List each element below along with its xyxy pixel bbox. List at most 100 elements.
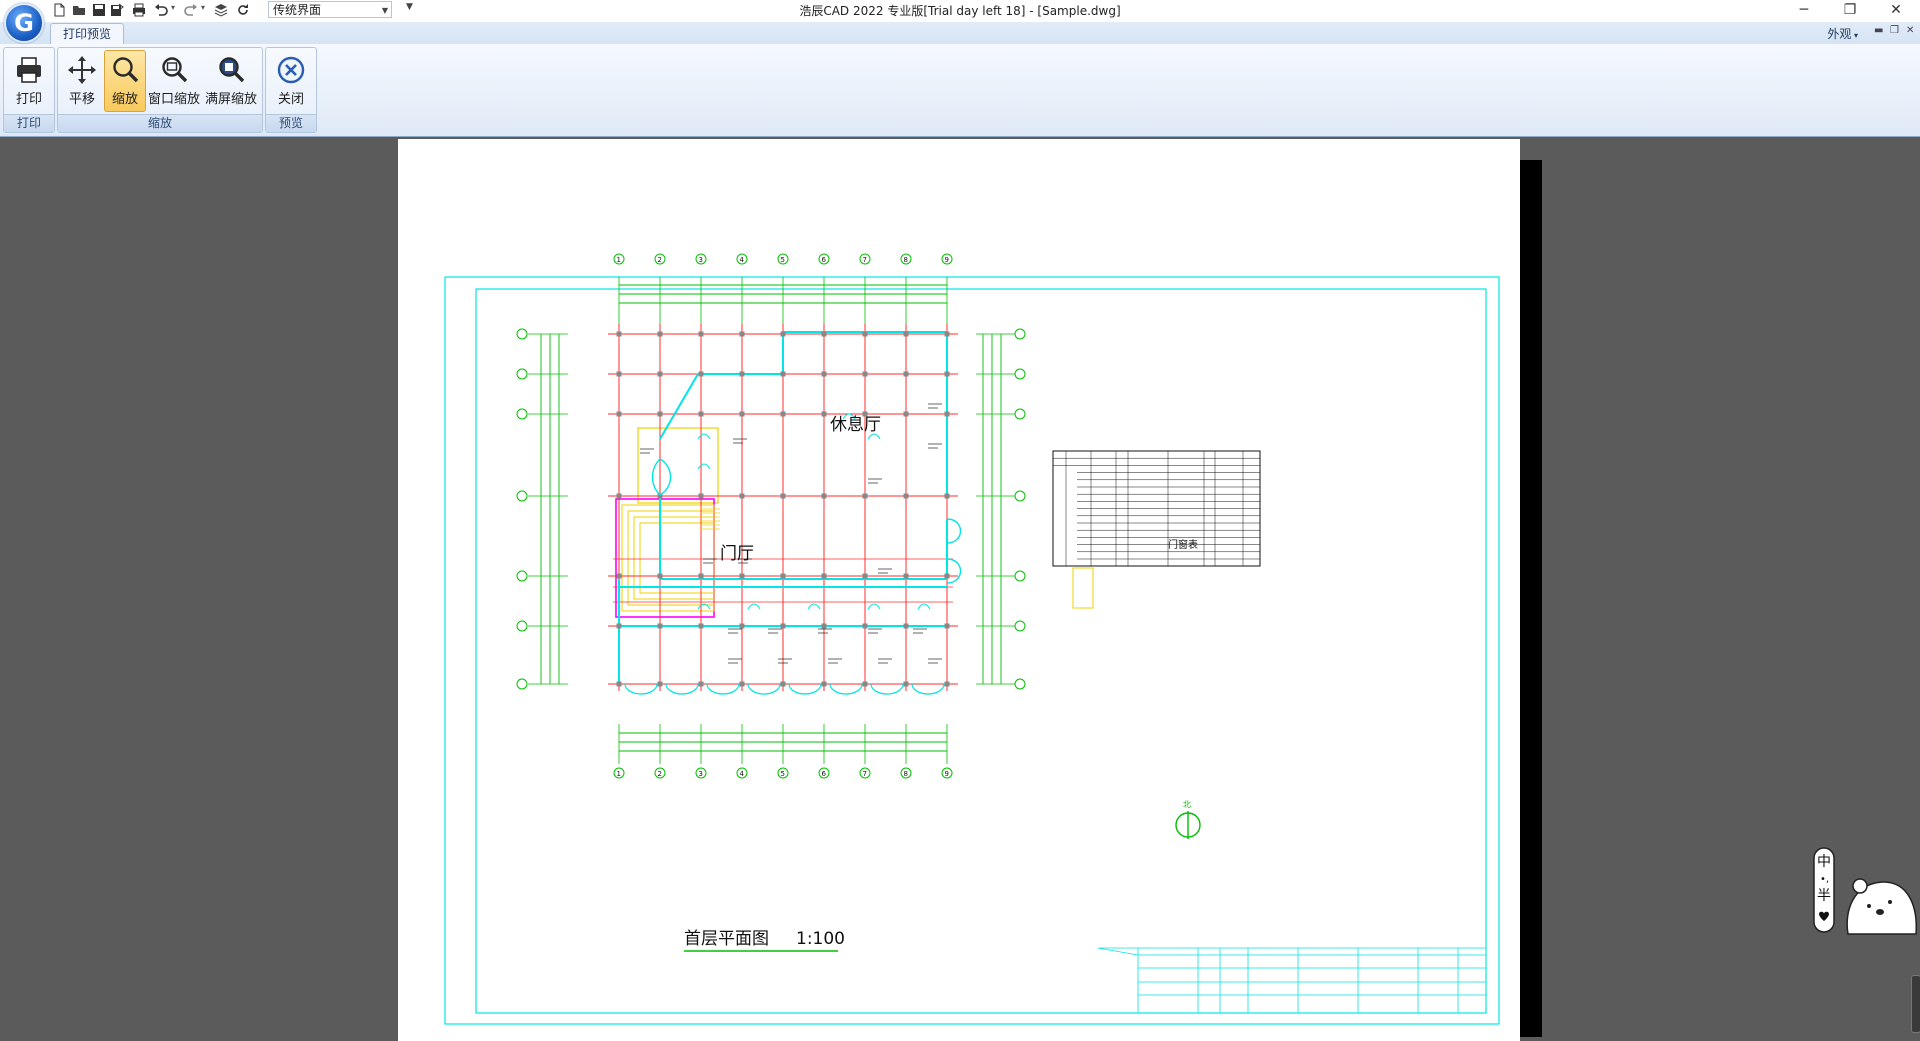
axis-bubble xyxy=(1014,678,1026,690)
redo-icon[interactable] xyxy=(184,3,198,17)
inner-frame xyxy=(475,288,1487,1014)
ime-mascot-icon: 中 •, 半 xyxy=(1813,847,1917,935)
svg-text:•,: •, xyxy=(1820,874,1829,885)
column xyxy=(739,371,745,377)
print-paper: 112233445566778899 休息厅 门厅 门窗表 北 首层平面图 1:… xyxy=(398,139,1520,1041)
pan-button[interactable]: 平移 xyxy=(60,50,104,112)
column xyxy=(739,493,745,499)
column xyxy=(903,331,909,337)
print-icon[interactable] xyxy=(132,3,146,17)
column xyxy=(944,371,950,377)
new-file-icon[interactable] xyxy=(52,3,66,17)
svg-text:9: 9 xyxy=(945,256,949,264)
refresh-icon[interactable] xyxy=(236,3,250,17)
axis-bubble: 9 xyxy=(941,767,953,779)
undo-icon[interactable] xyxy=(154,3,168,17)
restore-button[interactable]: ❐ xyxy=(1827,0,1873,22)
doc-restore-icon[interactable]: ❐ xyxy=(1890,25,1899,36)
room-label-lounge: 休息厅 xyxy=(830,415,881,435)
close-preview-button[interactable]: 关闭 xyxy=(269,50,313,112)
zoom-button[interactable]: 缩放 xyxy=(104,50,146,112)
room-label-lobby: 门厅 xyxy=(720,544,754,564)
entrance-steps xyxy=(615,498,715,618)
side-scroll-handle[interactable] xyxy=(1911,975,1920,1033)
close-circle-icon xyxy=(277,56,305,84)
ime-widget[interactable]: 中 •, 半 xyxy=(1812,846,1920,936)
sheet-scale: 1:100 xyxy=(796,929,845,949)
svg-text:9: 9 xyxy=(945,770,949,778)
svg-text:3: 3 xyxy=(699,256,703,264)
column xyxy=(903,411,909,417)
column xyxy=(616,411,622,417)
axis-bubble: 4 xyxy=(736,767,748,779)
sheet-title: 首层平面图 xyxy=(684,929,769,949)
floor-plan-drawing: 112233445566778899 休息厅 门厅 门窗表 北 首层平面图 1:… xyxy=(444,253,1500,1025)
zoom-button-label: 缩放 xyxy=(111,92,138,107)
customize-quick-access-icon[interactable]: ▼ xyxy=(406,2,413,12)
redo-dropdown-icon[interactable]: ▾ xyxy=(201,3,205,12)
axis-bubble xyxy=(516,328,528,340)
column xyxy=(780,493,786,499)
column xyxy=(944,493,950,499)
print-button[interactable]: 打印 xyxy=(7,50,51,112)
column xyxy=(862,681,868,687)
svg-text:2: 2 xyxy=(658,256,662,264)
svg-text:3: 3 xyxy=(699,770,703,778)
axis-bubble: 8 xyxy=(900,767,912,779)
zoom-extents-button-label: 满屏缩放 xyxy=(204,92,257,107)
axis-bubble: 5 xyxy=(777,767,789,779)
column xyxy=(657,411,663,417)
printer-icon xyxy=(17,57,41,83)
column xyxy=(821,331,827,337)
svg-text:8: 8 xyxy=(904,770,908,778)
svg-text:6: 6 xyxy=(822,256,827,264)
column xyxy=(780,573,786,579)
appearance-menu[interactable]: 外观 ▾ xyxy=(1827,25,1858,42)
close-button[interactable]: ✕ xyxy=(1873,0,1919,22)
doc-close-icon[interactable]: ✕ xyxy=(1906,25,1914,36)
zoom-extents-button[interactable]: 满屏缩放 xyxy=(202,50,260,112)
column xyxy=(821,623,827,629)
svg-text:5: 5 xyxy=(781,770,785,778)
bay-window xyxy=(946,518,962,584)
column xyxy=(821,573,827,579)
doc-minimize-icon[interactable]: ▬ xyxy=(1874,25,1883,36)
axis-bubble xyxy=(516,368,528,380)
revolving-door xyxy=(651,458,672,496)
door-swing xyxy=(697,463,711,470)
column xyxy=(862,573,868,579)
open-folder-icon[interactable] xyxy=(72,3,86,17)
column xyxy=(698,331,704,337)
axis-bubble: 9 xyxy=(941,253,953,265)
column xyxy=(821,371,827,377)
column xyxy=(903,371,909,377)
layers-icon[interactable] xyxy=(214,3,228,17)
tab-print-preview[interactable]: 打印预览 xyxy=(50,23,125,45)
zoom-window-button[interactable]: 窗口缩放 xyxy=(147,50,201,112)
window-arc xyxy=(829,683,863,695)
paper-shadow xyxy=(1520,160,1542,1037)
window-arc xyxy=(706,683,740,695)
svg-text:北: 北 xyxy=(1183,800,1191,809)
save-as-icon[interactable] xyxy=(110,3,124,17)
ribbon-group-print: 打印 打印 xyxy=(3,47,55,133)
zoom-window-button-label: 窗口缩放 xyxy=(148,92,201,107)
axis-bubble xyxy=(1014,620,1026,632)
door-window-table xyxy=(1052,450,1261,567)
app-menu-button[interactable]: G xyxy=(4,3,44,43)
axis-bubble xyxy=(516,490,528,502)
dimension-lines xyxy=(528,277,1016,764)
column xyxy=(657,681,663,687)
column xyxy=(698,371,704,377)
column xyxy=(862,331,868,337)
column xyxy=(944,331,950,337)
close-preview-button-label: 关闭 xyxy=(277,92,304,107)
workspace-mode-select[interactable]: 传统界面 ▼ xyxy=(268,1,392,18)
column xyxy=(739,681,745,687)
minimize-button[interactable]: ─ xyxy=(1781,0,1827,22)
group-label-preview: 预览 xyxy=(266,114,316,132)
column xyxy=(903,681,909,687)
save-icon[interactable] xyxy=(92,3,106,17)
window-arc xyxy=(788,683,822,695)
undo-dropdown-icon[interactable]: ▾ xyxy=(171,3,175,12)
